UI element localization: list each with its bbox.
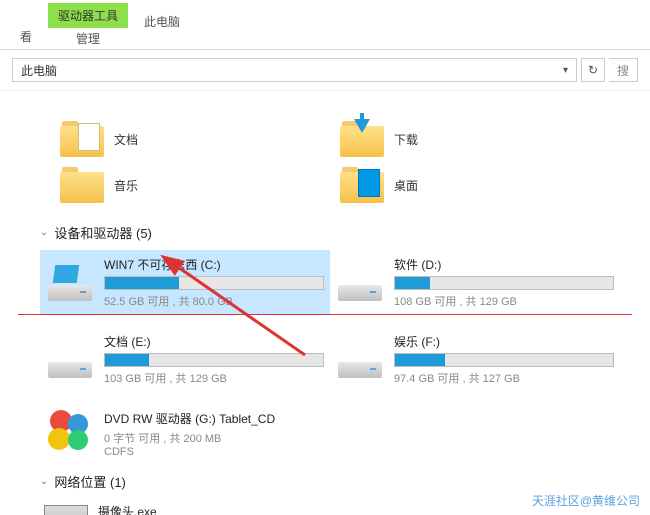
drive-info: 软件 (D:) 108 GB 可用 , 共 129 GB [394, 256, 614, 309]
folder-desktop[interactable]: 桌面 [340, 167, 560, 203]
drive-fs: CDFS [104, 446, 614, 458]
manage-label: 管理 [66, 28, 110, 49]
exe-icon: Microsoft [44, 505, 88, 515]
refresh-button[interactable]: ↻ [581, 58, 605, 82]
drive-stats: 103 GB 可用 , 共 129 GB [104, 370, 324, 386]
address-path: 此电脑 [21, 62, 57, 79]
folder-icon [340, 167, 384, 203]
drive-d[interactable]: 软件 (D:) 108 GB 可用 , 共 129 GB [330, 250, 620, 315]
folder-downloads[interactable]: 下载 [340, 121, 560, 157]
drive-stats: 52.5 GB 可用 , 共 80.0 GB [104, 293, 324, 309]
folder-music[interactable]: 音乐 [60, 167, 280, 203]
capacity-bar [394, 353, 614, 367]
annotation-line [18, 314, 632, 315]
toolbar: 此电脑 ▾ ↻ 搜 [0, 50, 650, 91]
folder-label: 下载 [394, 131, 418, 148]
search-input[interactable]: 搜 [609, 58, 638, 82]
capacity-bar [104, 276, 324, 290]
drive-icon [336, 263, 384, 303]
folder-icon [60, 121, 104, 157]
drive-f[interactable]: 娱乐 (F:) 97.4 GB 可用 , 共 127 GB [330, 327, 620, 392]
drive-info: WIN7 不可存东西 (C:) 52.5 GB 可用 , 共 80.0 GB [104, 256, 324, 309]
drive-tools-label: 驱动器工具 [48, 3, 128, 28]
address-bar[interactable]: 此电脑 ▾ [12, 58, 577, 82]
file-name: 摄像头.exe [98, 503, 178, 515]
watermark: 天涯社区@黄维公司 [532, 492, 640, 509]
drive-name: 娱乐 (F:) [394, 333, 614, 350]
folder-documents[interactable]: 文档 [60, 121, 280, 157]
ribbon-tab-view[interactable]: 看 [10, 24, 42, 49]
ribbon-tab-drive-tools[interactable]: 驱动器工具 管理 [48, 3, 128, 49]
folders-grid: 文档 下载 音乐 桌面 [60, 121, 630, 203]
folder-icon [340, 121, 384, 157]
dvd-icon [46, 410, 94, 450]
chevron-down-icon: ⌄ [40, 476, 48, 487]
drive-c[interactable]: WIN7 不可存东西 (C:) 52.5 GB 可用 , 共 80.0 GB [40, 250, 330, 315]
group-header-drives[interactable]: ⌄ 设备和驱动器 (5) [40, 223, 630, 242]
content-area: 文档 下载 音乐 桌面 ⌄ 设备和驱动器 (5) WIN7 不可存东西 (C:)… [0, 91, 650, 515]
drive-name: WIN7 不可存东西 (C:) [104, 256, 324, 273]
chevron-down-icon: ⌄ [40, 227, 48, 238]
drive-e[interactable]: 文档 (E:) 103 GB 可用 , 共 129 GB [40, 327, 330, 392]
drive-stats: 0 字节 可用 , 共 200 MB [104, 430, 614, 446]
drive-stats: 108 GB 可用 , 共 129 GB [394, 293, 614, 309]
group-title: 设备和驱动器 (5) [54, 223, 152, 242]
group-header-network[interactable]: ⌄ 网络位置 (1) [40, 472, 630, 491]
drive-stats: 97.4 GB 可用 , 共 127 GB [394, 370, 614, 386]
drive-name: DVD RW 驱动器 (G:) Tablet_CD [104, 410, 614, 427]
folder-icon [60, 167, 104, 203]
ribbon: 看 驱动器工具 管理 此电脑 [0, 0, 650, 50]
capacity-bar [394, 276, 614, 290]
capacity-bar [104, 353, 324, 367]
chevron-down-icon[interactable]: ▾ [563, 65, 568, 76]
folder-label: 桌面 [394, 177, 418, 194]
drive-info: 文档 (E:) 103 GB 可用 , 共 129 GB [104, 333, 324, 386]
folder-label: 音乐 [114, 177, 138, 194]
group-title: 网络位置 (1) [54, 472, 126, 491]
ribbon-tab-this-pc[interactable]: 此电脑 [134, 9, 190, 34]
drive-icon [46, 263, 94, 303]
drive-info: 娱乐 (F:) 97.4 GB 可用 , 共 127 GB [394, 333, 614, 386]
folder-label: 文档 [114, 131, 138, 148]
drive-icon [336, 340, 384, 380]
drive-name: 文档 (E:) [104, 333, 324, 350]
drives-grid: WIN7 不可存东西 (C:) 52.5 GB 可用 , 共 80.0 GB 软… [40, 250, 630, 464]
network-info: 摄像头.exe 2013/1/17 12:08 48.0 KB [98, 503, 178, 515]
drive-info: DVD RW 驱动器 (G:) Tablet_CD 0 字节 可用 , 共 20… [104, 410, 614, 458]
drive-dvd[interactable]: DVD RW 驱动器 (G:) Tablet_CD 0 字节 可用 , 共 20… [40, 404, 620, 464]
drive-name: 软件 (D:) [394, 256, 614, 273]
drive-icon [46, 340, 94, 380]
